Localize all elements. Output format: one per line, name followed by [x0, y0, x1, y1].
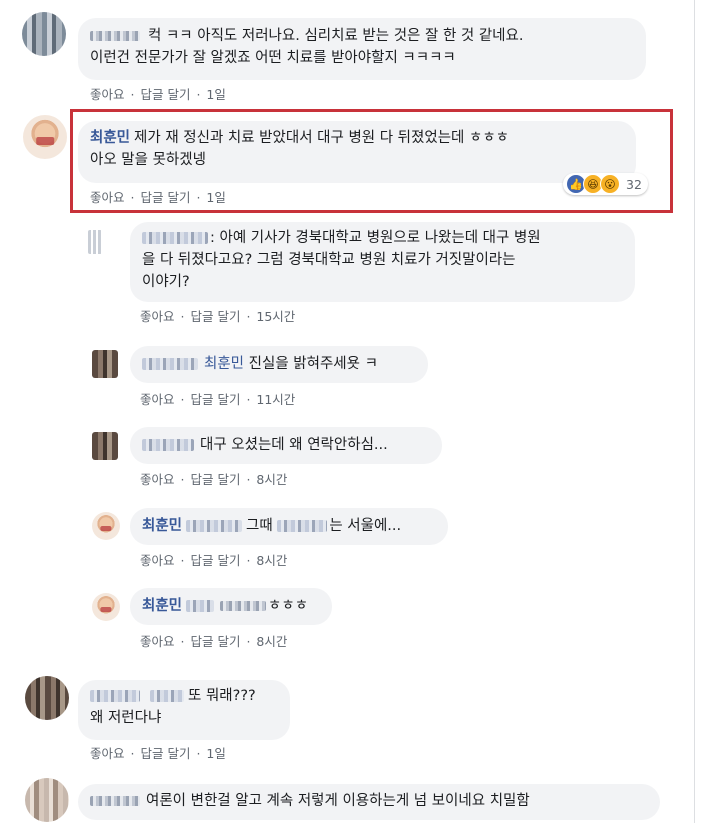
blurred-mention[interactable] [277, 520, 328, 532]
blurred-mention[interactable] [186, 520, 243, 532]
reply-link[interactable]: 답글 달기 [190, 634, 240, 649]
avatar[interactable] [25, 676, 69, 720]
avatar-shirt-mark [100, 526, 112, 532]
reply-actions: 좋아요 · 답글 달기 · 8시간 [140, 634, 288, 649]
comment-text: 왜 저런다냐 [90, 710, 162, 726]
thread-divider-line [694, 0, 695, 823]
like-link[interactable]: 좋아요 [140, 472, 175, 487]
reply-text: 진실을 밝혀주세욧 ㅋ [248, 356, 378, 372]
comment-actions: 좋아요 · 답글 달기 · 1일 [90, 87, 226, 102]
reply-bubble: : 아예 기사가 경북대학교 병원으로 나왔는데 대구 병원 을 다 뒤졌다고요… [130, 222, 635, 302]
reply-link[interactable]: 답글 달기 [190, 392, 240, 407]
comment-text: 여론이 변한걸 알고 계속 저렇게 이용하는게 넘 보이네요 치밀함 [146, 793, 530, 809]
blurred-author-name[interactable] [90, 31, 140, 41]
highlight-box [70, 109, 673, 213]
comment-text: 컥 ㅋㅋ 아직도 저러나요. 심리치료 받는 것은 잘 한 것 같네요. [148, 28, 524, 44]
like-link[interactable]: 좋아요 [90, 746, 125, 761]
reply-text: 는 서울에... [329, 518, 402, 534]
reply-actions: 좋아요 · 답글 달기 · 15시간 [140, 309, 296, 324]
reply-bubble: 최훈민 진실을 밝혀주세욧 ㅋ [130, 346, 428, 383]
avatar[interactable] [88, 230, 102, 254]
reply-bubble: 최훈민 ㅎㅎㅎ [130, 588, 332, 625]
reply-text: 이야기? [142, 274, 190, 290]
reply-link[interactable]: 답글 달기 [190, 472, 240, 487]
comment-text: 이런건 전문가가 잘 알겠죠 어떤 치료를 받아야할지 ㅋㅋㅋㅋ [90, 50, 456, 66]
reply-link[interactable]: 답글 달기 [190, 553, 240, 568]
like-link[interactable]: 좋아요 [140, 553, 175, 568]
blurred-author-name[interactable] [150, 690, 184, 702]
comment-bubble: 컥 ㅋㅋ 아직도 저러나요. 심리치료 받는 것은 잘 한 것 같네요. 이런건… [78, 18, 646, 80]
reply-text: : 아예 기사가 경북대학교 병원으로 나왔는데 대구 병원 [210, 230, 541, 246]
timestamp[interactable]: 1일 [206, 746, 225, 761]
reply-text: 그때 [246, 518, 273, 534]
reply-bubble: 최훈민 그때 는 서울에... [130, 508, 448, 545]
comment-actions: 좋아요 · 답글 달기 · 1일 [90, 746, 226, 761]
author-name[interactable]: 최훈민 [142, 598, 182, 614]
author-name[interactable]: 최훈민 [142, 518, 182, 534]
blurred-author-name[interactable] [142, 439, 194, 451]
avatar[interactable] [92, 350, 118, 378]
reply-link[interactable]: 답글 달기 [190, 309, 240, 324]
reply-text: 을 다 뒤졌다고요? 그럼 경북대학교 병원 치료가 거짓말이라는 [142, 252, 516, 268]
avatar[interactable] [23, 115, 67, 159]
timestamp[interactable]: 8시간 [256, 553, 287, 568]
blurred-author-name[interactable] [142, 232, 208, 244]
avatar-shirt-mark [100, 607, 112, 613]
blurred-mention[interactable] [186, 600, 215, 612]
like-link[interactable]: 좋아요 [140, 309, 175, 324]
comment-text: 또 뭐래??? [188, 688, 256, 704]
mention-link[interactable]: 최훈민 [204, 356, 244, 372]
reply-text: 대구 오셨는데 왜 연락안하심... [200, 437, 388, 453]
reply-actions: 좋아요 · 답글 달기 · 8시간 [140, 553, 288, 568]
avatar[interactable] [92, 432, 118, 460]
reply-link[interactable]: 답글 달기 [140, 746, 190, 761]
timestamp[interactable]: 15시간 [256, 309, 295, 324]
comment-bubble: 여론이 변한걸 알고 계속 저렇게 이용하는게 넘 보이네요 치밀함 [78, 784, 660, 820]
avatar-shirt-mark [36, 137, 54, 145]
timestamp[interactable]: 8시간 [256, 472, 287, 487]
like-link[interactable]: 좋아요 [140, 634, 175, 649]
reply-text: ㅎㅎㅎ [268, 598, 309, 614]
blurred-author-name[interactable] [142, 358, 198, 370]
reply-link[interactable]: 답글 달기 [140, 87, 190, 102]
like-link[interactable]: 좋아요 [90, 87, 125, 102]
like-link[interactable]: 좋아요 [140, 392, 175, 407]
blurred-author-name[interactable] [90, 796, 140, 806]
avatar[interactable] [25, 778, 69, 822]
avatar[interactable] [92, 593, 120, 621]
blurred-mention[interactable] [220, 601, 267, 611]
timestamp[interactable]: 1일 [206, 87, 225, 102]
reply-bubble: 대구 오셨는데 왜 연락안하심... [130, 427, 442, 464]
avatar[interactable] [22, 12, 66, 56]
avatar[interactable] [92, 512, 120, 540]
timestamp[interactable]: 8시간 [256, 634, 287, 649]
reply-actions: 좋아요 · 답글 달기 · 11시간 [140, 392, 296, 407]
reply-actions: 좋아요 · 답글 달기 · 8시간 [140, 472, 288, 487]
timestamp[interactable]: 11시간 [256, 392, 295, 407]
comment-bubble: 또 뭐래??? 왜 저런다냐 [78, 680, 290, 740]
blurred-author-name[interactable] [90, 690, 140, 702]
